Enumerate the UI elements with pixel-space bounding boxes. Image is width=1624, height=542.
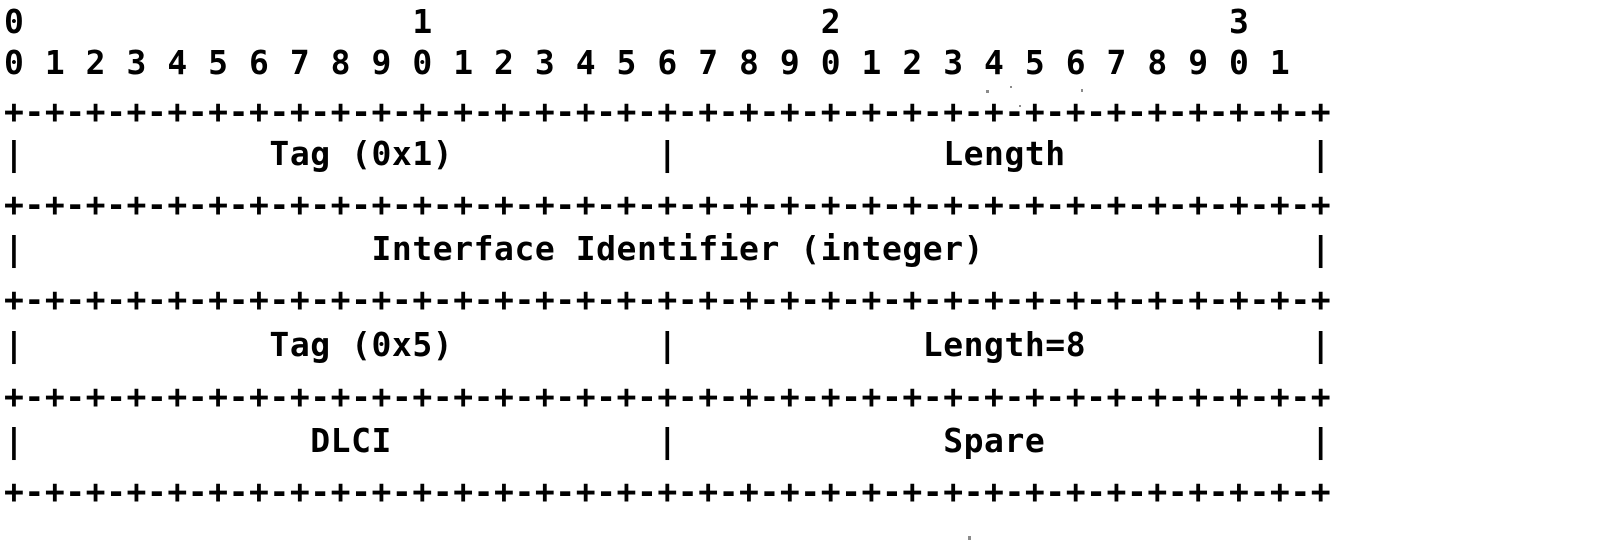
separator-line-3: +-+-+-+-+-+-+-+-+-+-+-+-+-+-+-+-+-+-+-+-…: [4, 280, 1332, 319]
separator-line-top: +-+-+-+-+-+-+-+-+-+-+-+-+-+-+-+-+-+-+-+-…: [4, 92, 1332, 131]
bit-ruler-word-markers: 0 1 2 3: [4, 2, 1250, 41]
row-dlci-spare: | DLCI | Spare |: [4, 421, 1332, 460]
separator-line-bottom: +-+-+-+-+-+-+-+-+-+-+-+-+-+-+-+-+-+-+-+-…: [4, 472, 1332, 511]
scan-speck: [1081, 89, 1083, 92]
separator-line-2: +-+-+-+-+-+-+-+-+-+-+-+-+-+-+-+-+-+-+-+-…: [4, 185, 1332, 224]
row-tag-length8: | Tag (0x5) | Length=8 |: [4, 325, 1332, 364]
scan-speck: [1010, 86, 1012, 88]
scan-speck: [1019, 105, 1021, 107]
bit-ruler-bit-numbers: 0 1 2 3 4 5 6 7 8 9 0 1 2 3 4 5 6 7 8 9 …: [4, 43, 1291, 82]
scan-speck: [986, 90, 989, 93]
scan-speck: [968, 536, 971, 540]
row-tag-length: | Tag (0x1) | Length |: [4, 134, 1332, 173]
packet-format-diagram: 0 1 2 3 0 1 2 3 4 5 6 7 8 9 0 1 2 3 4 5 …: [0, 0, 1624, 542]
separator-line-4: +-+-+-+-+-+-+-+-+-+-+-+-+-+-+-+-+-+-+-+-…: [4, 377, 1332, 416]
row-interface-identifier: | Interface Identifier (integer) |: [4, 229, 1332, 268]
